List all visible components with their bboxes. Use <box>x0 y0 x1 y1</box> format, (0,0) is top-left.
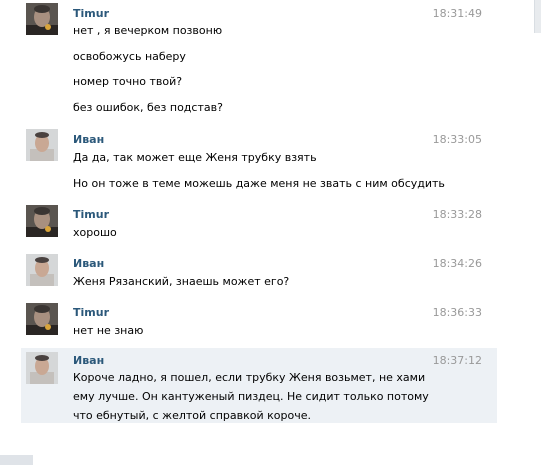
message-time: 18:33:05 <box>432 133 482 146</box>
message-text: Но он тоже в теме можешь даже меня не зв… <box>73 177 445 190</box>
message-time: 18:34:26 <box>432 257 482 270</box>
message-author[interactable]: Timur <box>73 306 109 319</box>
scrollbar-top[interactable] <box>534 0 541 33</box>
message-time: 18:31:49 <box>432 7 482 20</box>
message: Timur 18:33:28 хорошо <box>21 203 497 245</box>
avatar[interactable] <box>26 254 58 286</box>
avatar[interactable] <box>26 3 58 35</box>
message-text: Женя Рязанский, знаешь может его? <box>73 275 290 288</box>
message-text: номер точно твой? <box>73 75 183 88</box>
message-text: Да да, так может еще Женя трубку взять <box>73 151 317 164</box>
message-text: без ошибок, без подстав? <box>73 101 223 114</box>
message-author[interactable]: Timur <box>73 208 109 221</box>
avatar[interactable] <box>26 352 58 384</box>
message-time: 18:36:33 <box>432 306 482 319</box>
message: Иван 18:33:05 Да да, так может еще Женя … <box>21 128 497 196</box>
message-author[interactable]: Timur <box>73 7 109 20</box>
message-text: нет не знаю <box>73 324 144 337</box>
message-text: Короче ладно, я пошел, если трубку Женя … <box>73 371 429 422</box>
avatar[interactable] <box>26 303 58 335</box>
message: Иван 18:34:26 Женя Рязанский, знаешь мож… <box>21 252 497 294</box>
message-time: 18:37:12 <box>432 354 482 367</box>
message-highlighted[interactable]: Иван 18:37:12 Короче ладно, я пошел, есл… <box>21 348 497 423</box>
message-author[interactable]: Иван <box>73 257 104 270</box>
avatar[interactable] <box>26 205 58 237</box>
message: Timur 18:31:49 нет , я вечерком позвоню … <box>21 2 497 120</box>
message-text: нет , я вечерком позвоню <box>73 24 223 37</box>
message-time: 18:33:28 <box>432 208 482 221</box>
avatar[interactable] <box>26 129 58 161</box>
message: Timur 18:36:33 нет не знаю <box>21 301 497 343</box>
scrollbar-bottom[interactable] <box>0 455 33 465</box>
message-text: освобожусь наберу <box>73 50 186 63</box>
message-text: хорошо <box>73 226 117 239</box>
message-author[interactable]: Иван <box>73 354 104 367</box>
message-author[interactable]: Иван <box>73 133 104 146</box>
message-feed: Timur 18:31:49 нет , я вечерком позвоню … <box>0 0 541 465</box>
